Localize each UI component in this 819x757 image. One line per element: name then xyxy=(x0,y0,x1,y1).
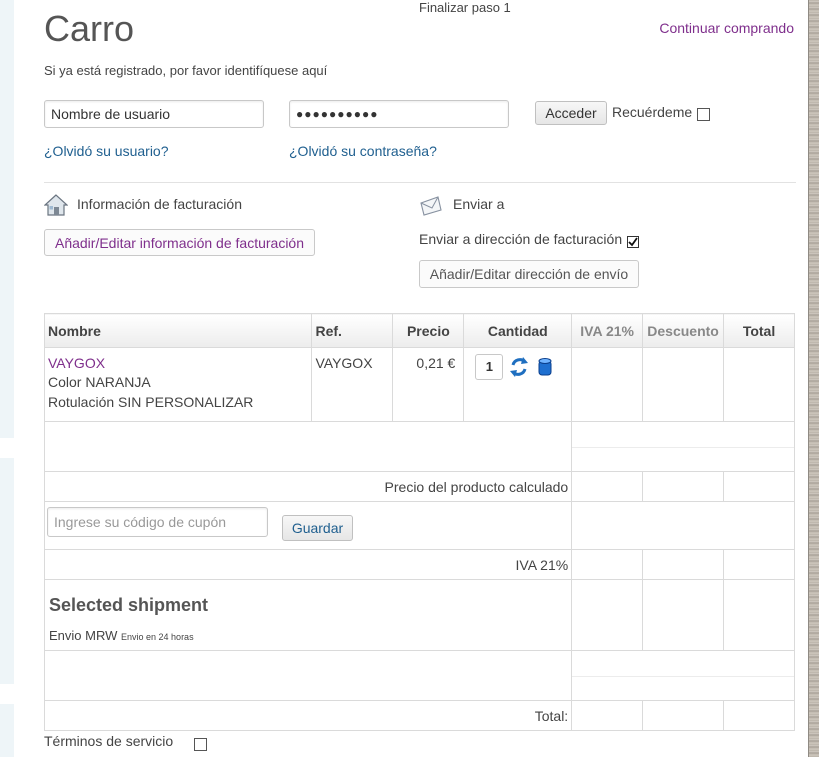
header-total: Total xyxy=(723,313,795,348)
terms-label: Términos de servicio xyxy=(44,733,174,749)
faint-divider xyxy=(572,447,794,448)
cart-table: Nombre Ref. Precio Cantidad IVA 21% Desc… xyxy=(43,313,795,731)
update-quantity-icon[interactable] xyxy=(509,356,529,378)
product-price-row: Precio del producto calculado xyxy=(43,471,795,502)
total-row: Total: xyxy=(43,700,795,731)
total-spacer-right xyxy=(571,650,795,701)
product-cell: VAYGOX Color NARANJA Rotulación SIN PERS… xyxy=(43,347,313,422)
left-panel-bottom xyxy=(0,704,14,757)
remember-me-checkbox[interactable] xyxy=(697,108,710,121)
tax-label: IVA 21% xyxy=(43,549,573,580)
header-quantity: Cantidad xyxy=(463,313,573,348)
header-discount: Descuento xyxy=(642,313,725,348)
ship-to-billing-label: Enviar a dirección de facturación xyxy=(419,231,623,247)
subtotal-spacer-right xyxy=(571,421,795,472)
header-tax: IVA 21% xyxy=(571,313,644,348)
edit-billing-button[interactable]: Añadir/Editar información de facturación xyxy=(44,229,315,256)
product-price-discount xyxy=(642,471,725,502)
product-price: 0,21 € xyxy=(392,347,465,422)
total-spacer-row xyxy=(43,650,795,701)
login-hint: Si ya está registrado, por favor identif… xyxy=(44,63,328,78)
page-title: Carro xyxy=(44,8,135,49)
product-total xyxy=(723,347,795,422)
tax-total xyxy=(723,549,795,580)
total-tax xyxy=(571,700,644,731)
product-price-label: Precio del producto calculado xyxy=(43,471,573,502)
product-ref: VAYGOX xyxy=(311,347,394,422)
billing-info-title: Información de facturación xyxy=(77,196,242,212)
terms-checkbox[interactable] xyxy=(194,738,207,751)
shipment-cell: Selected shipment Envio MRW Envio en 24 … xyxy=(43,579,573,651)
coupon-right xyxy=(571,501,795,550)
username-input[interactable]: Nombre de usuario xyxy=(44,100,264,128)
checkmark-icon xyxy=(628,237,638,247)
forgot-password-link[interactable]: ¿Olvidó su contraseña? xyxy=(289,143,437,159)
tax-discount xyxy=(642,549,725,580)
ship-to-billing-checkbox[interactable] xyxy=(627,236,639,248)
left-sidebar-strip xyxy=(0,0,14,757)
edit-shipping-button[interactable]: Añadir/Editar dirección de envío xyxy=(419,260,639,288)
table-header-row: Nombre Ref. Precio Cantidad IVA 21% Desc… xyxy=(43,313,795,348)
faint-divider xyxy=(572,676,794,677)
quantity-input[interactable]: 1 xyxy=(475,354,504,380)
shipment-method: Envio MRW xyxy=(49,628,118,643)
remember-me-label: Recuérdeme xyxy=(612,104,693,120)
product-discount xyxy=(642,347,725,422)
total-value xyxy=(723,700,795,731)
tax-value xyxy=(571,549,644,580)
header-ref: Ref. xyxy=(311,313,394,348)
product-color: Color NARANJA xyxy=(48,374,151,390)
left-panel-top xyxy=(0,0,14,438)
product-price-total xyxy=(723,471,795,502)
envelope-icon xyxy=(420,196,442,216)
total-label: Total: xyxy=(43,700,573,731)
coupon-input[interactable]: Ingrese su código de cupón xyxy=(47,507,268,537)
header-name: Nombre xyxy=(43,313,313,348)
shipment-method-line: Envio MRW Envio en 24 horas xyxy=(49,628,568,643)
delete-item-icon[interactable] xyxy=(537,357,553,377)
shipment-row: Selected shipment Envio MRW Envio en 24 … xyxy=(43,579,795,651)
checkout-step-label: Finalizar paso 1 xyxy=(419,0,511,15)
shipment-total xyxy=(723,579,795,651)
tax-row: IVA 21% xyxy=(43,549,795,580)
product-label-option: Rotulación SIN PERSONALIZAR xyxy=(48,394,254,410)
subtotal-spacer-row xyxy=(43,421,795,472)
total-spacer-left xyxy=(43,650,573,701)
background-texture xyxy=(809,0,819,757)
product-tax xyxy=(571,347,644,422)
quantity-cell: 1 xyxy=(463,347,573,422)
house-icon xyxy=(44,194,68,216)
total-discount xyxy=(642,700,725,731)
coupon-cell: Ingrese su código de cupón Guardar xyxy=(43,501,573,550)
subtotal-spacer-left xyxy=(43,421,573,472)
header-price: Precio xyxy=(392,313,465,348)
continue-shopping-link[interactable]: Continuar comprando xyxy=(659,20,794,36)
shipment-tax xyxy=(571,579,644,651)
login-button[interactable]: Acceder xyxy=(535,101,607,125)
coupon-row: Ingrese su código de cupón Guardar xyxy=(43,501,795,550)
password-input[interactable]: ●●●●●●●●●● xyxy=(289,100,509,128)
shipment-discount xyxy=(642,579,725,651)
save-coupon-button[interactable]: Guardar xyxy=(282,515,353,541)
left-panel-middle xyxy=(0,458,14,684)
table-row: VAYGOX Color NARANJA Rotulación SIN PERS… xyxy=(43,347,795,422)
product-price-tax xyxy=(571,471,644,502)
product-name-link[interactable]: VAYGOX xyxy=(48,355,308,371)
ship-to-title: Enviar a xyxy=(453,196,505,212)
shipment-title: Selected shipment xyxy=(49,595,209,615)
section-divider xyxy=(44,182,796,183)
shipment-note: Envio en 24 horas xyxy=(121,632,194,642)
forgot-username-link[interactable]: ¿Olvidó su usuario? xyxy=(44,143,169,159)
